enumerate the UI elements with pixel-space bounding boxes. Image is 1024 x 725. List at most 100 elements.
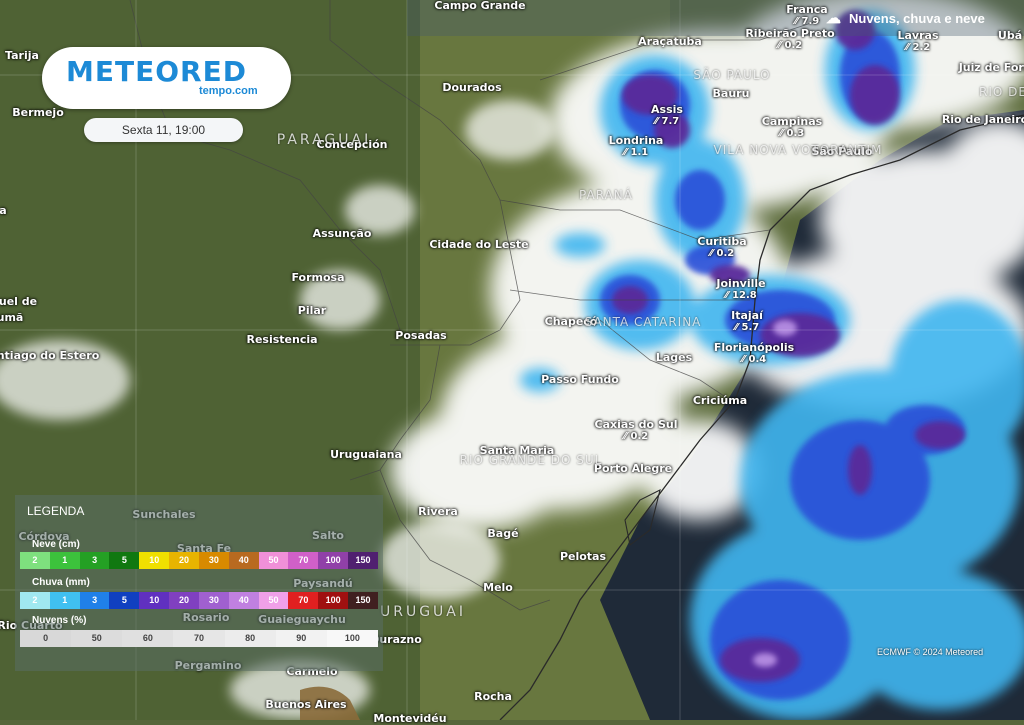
city-name: Uruguaiana <box>330 448 402 461</box>
city-label: Franca ⁄⁄ 7.9 <box>786 4 827 28</box>
city-label: Bauru <box>713 88 750 100</box>
city-name: Curitiba <box>697 235 747 248</box>
city-name: Resistencia <box>246 333 318 346</box>
city-label: Passo Fundo <box>541 374 619 386</box>
scale-cell: 0 <box>20 630 72 647</box>
city-name: ntiago do Estero <box>0 349 100 362</box>
region-label: SÃO PAULO <box>693 68 771 82</box>
precip-amount: ⁄⁄ 7.9 <box>794 16 820 27</box>
precip-amount: ⁄⁄ 0.2 <box>709 248 735 259</box>
city-name: Campo Grande <box>434 0 526 12</box>
snow-scale-label: Neve (cm) <box>32 539 80 550</box>
city-name: a <box>0 204 7 217</box>
rain-scale: 2 1 3 5 10 20 30 40 50 70 100 150 <box>20 592 378 609</box>
city-label: Assunção <box>313 228 372 240</box>
city-label: Lages <box>656 352 692 364</box>
scale-cell: 5 <box>109 552 140 569</box>
scale-cell: 80 <box>224 630 276 647</box>
city-name: Buenos Aires <box>265 698 347 711</box>
city-name: Passo Fundo <box>541 373 619 386</box>
city-label: Campinas ⁄⁄ 0.3 <box>762 116 822 140</box>
city-label: Formosa <box>291 272 344 284</box>
city-label: Caxias do Sul ⁄⁄ 0.2 <box>595 419 678 443</box>
city-label: Dourados <box>442 82 501 94</box>
city-name: Araçatuba <box>638 35 702 48</box>
city-name: Porto Alegre <box>593 462 673 475</box>
precip-amount: ⁄⁄ 12.8 <box>725 290 757 301</box>
snow-scale: 2 1 3 5 10 20 30 40 50 70 100 150 <box>20 552 378 569</box>
scale-cell: 100 <box>326 630 378 647</box>
city-name: Franca <box>786 3 828 16</box>
city-name: Campinas <box>761 115 823 128</box>
city-label: Rio de Janeiro <box>942 114 1024 126</box>
city-name: Tarija <box>5 49 39 62</box>
precip-amount: ⁄⁄ 0.4 <box>741 354 767 365</box>
city-name: Lages <box>655 351 693 364</box>
city-label: Pilar <box>298 305 326 317</box>
city-label: Resistencia <box>246 334 317 346</box>
attribution: ECMWF © 2024 Meteored <box>877 647 984 657</box>
city-name: Bagé <box>487 527 519 540</box>
city-label: Cidade do Leste <box>429 239 528 251</box>
city-name: Rocha <box>474 690 512 703</box>
city-name: umã <box>0 311 24 324</box>
scale-cell: 70 <box>288 552 319 569</box>
brand-name: METEORED <box>66 55 247 88</box>
legend-panel: LEGENDA Neve (cm) 2 1 3 5 10 20 30 40 50 70 100 150… <box>15 495 383 671</box>
city-name: Assis <box>651 103 683 116</box>
cloud-scale-label: Nuvens (%) <box>32 615 87 626</box>
city-label: umã <box>0 312 23 324</box>
city-label: Porto Alegre <box>594 463 672 475</box>
precip-amount: ⁄⁄ 2.2 <box>905 42 931 53</box>
city-label: Melo <box>483 582 513 594</box>
scale-cell: 40 <box>228 592 259 609</box>
scale-cell: 20 <box>169 552 199 569</box>
city-label: Rivera <box>418 506 458 518</box>
city-label: Buenos Aires <box>265 699 346 711</box>
scale-cell: 70 <box>173 630 225 647</box>
city-name: Dourados <box>442 81 502 94</box>
scale-cell: 5 <box>109 592 140 609</box>
scale-cell: 10 <box>139 552 170 569</box>
forecast-datetime[interactable]: Sexta 11, 19:00 <box>84 118 243 142</box>
city-name: Londrina <box>608 134 664 147</box>
scale-cell: 70 <box>288 592 319 609</box>
scale-cell: 60 <box>122 630 174 647</box>
scale-cell: 3 <box>79 592 110 609</box>
scale-cell: 3 <box>79 552 110 569</box>
precip-amount: ⁄⁄ 0.3 <box>779 128 805 139</box>
city-name: Joinville <box>716 277 766 290</box>
scale-cell: 2 <box>20 552 50 569</box>
scale-cell: 50 <box>71 630 123 647</box>
scale-cell: 1 <box>49 592 80 609</box>
city-label: Florianópolis ⁄⁄ 0.4 <box>714 342 794 366</box>
country-label: PARAGUAI <box>276 132 372 148</box>
city-name: Caxias do Sul <box>594 418 678 431</box>
meteored-logo[interactable]: METEORED tempo.com <box>42 47 291 109</box>
city-name: Ribeirão Preto <box>745 27 835 40</box>
scale-cell: 2 <box>20 592 50 609</box>
city-label: Ubá <box>998 30 1022 42</box>
region-label: SANTA CATARINA <box>584 315 702 329</box>
region-label: VILA NOVA VOTORANTIM <box>713 143 883 157</box>
city-name: Assunção <box>312 227 372 240</box>
cloud-scale: 0 50 60 70 80 90 100 <box>20 630 378 647</box>
city-name: Bermejo <box>12 106 64 119</box>
scale-cell: 50 <box>258 592 289 609</box>
precip-amount: ⁄⁄ 0.2 <box>777 40 803 51</box>
precip-amount: ⁄⁄ 7.7 <box>654 116 680 127</box>
brand-site: tempo.com <box>199 85 258 97</box>
city-label: Joinville ⁄⁄ 12.8 <box>716 278 765 302</box>
city-name: Pilar <box>297 304 327 317</box>
city-name: Rio de Janeiro <box>941 113 1024 126</box>
legend-title: LEGENDA <box>27 504 85 518</box>
city-label: Campo Grande <box>434 0 525 12</box>
city-label: Montevidéu <box>373 713 446 725</box>
rain-scale-label: Chuva (mm) <box>32 577 90 588</box>
city-label: Lavras ⁄⁄ 2.2 <box>898 30 939 54</box>
city-label: Bagé <box>487 528 518 540</box>
city-name: Rivera <box>418 505 458 518</box>
cloud-rain-snow-icon: ☁ <box>826 10 841 27</box>
scale-cell: 30 <box>198 592 229 609</box>
city-name: Criciúma <box>692 394 748 407</box>
